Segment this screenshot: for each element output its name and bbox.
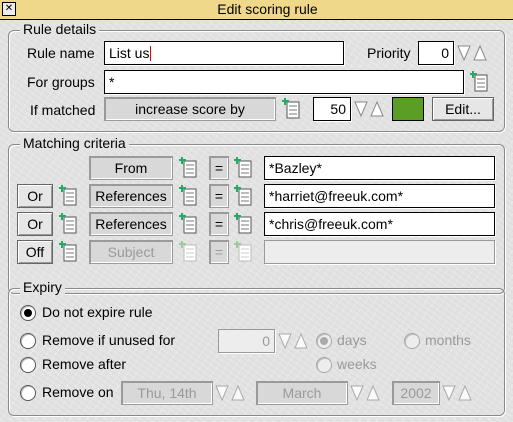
combiner-menu-icon[interactable]: [59, 185, 79, 207]
close-icon[interactable]: ✕: [2, 2, 16, 16]
operator-menu-icon[interactable]: [234, 241, 254, 263]
unused-value-input[interactable]: 0: [218, 329, 275, 353]
criteria-operator-display: =: [209, 156, 229, 180]
score-colour-swatch[interactable]: [392, 97, 424, 121]
for-groups-menu-icon[interactable]: [470, 71, 490, 93]
remove-on-year-display: 2002: [392, 381, 440, 405]
remove-after-radio[interactable]: [20, 357, 36, 373]
rule-details-title: Rule details: [20, 21, 100, 37]
criteria-header-display: Subject: [89, 240, 173, 264]
header-menu-icon[interactable]: [179, 241, 199, 263]
rule-name-label: Rule name: [27, 45, 95, 61]
header-menu-icon[interactable]: [179, 185, 199, 207]
dialog-body: Rule details Rule name List us Priority …: [0, 20, 513, 422]
title-bar[interactable]: ✕ Edit scoring rule: [0, 0, 513, 20]
criteria-value-input[interactable]: *chris@freeuk.com*: [264, 212, 495, 236]
remove-on-month-display: March: [256, 381, 348, 405]
month-arrows-icon[interactable]: [349, 382, 383, 404]
rule-name-input[interactable]: List us: [104, 41, 344, 65]
criteria-header-display: References: [89, 212, 173, 236]
combiner-menu-icon[interactable]: [59, 241, 79, 263]
remove-unused-radio[interactable]: [20, 333, 36, 349]
remove-on-label[interactable]: Remove on: [42, 384, 114, 400]
expiry-title: Expiry: [20, 279, 65, 295]
if-matched-menu-icon[interactable]: [282, 98, 302, 120]
window-title: Edit scoring rule: [217, 1, 318, 17]
operator-menu-icon[interactable]: [234, 157, 254, 179]
criteria-value-input[interactable]: [264, 240, 495, 264]
criteria-operator-display: =: [209, 212, 229, 236]
for-groups-label: For groups: [27, 74, 95, 90]
days-label[interactable]: days: [337, 332, 367, 348]
criteria-value-input[interactable]: *harriet@freeuk.com*: [264, 184, 495, 208]
criteria-header-display: References: [89, 184, 173, 208]
if-matched-action-display: increase score by: [104, 97, 276, 121]
score-arrows-icon[interactable]: [353, 98, 387, 120]
days-radio[interactable]: [316, 333, 332, 349]
criteria-combiner-button[interactable]: Or: [17, 184, 53, 208]
priority-arrows-icon[interactable]: [456, 42, 490, 64]
remove-unused-label[interactable]: Remove if unused for: [42, 332, 175, 348]
operator-menu-icon[interactable]: [234, 213, 254, 235]
year-arrows-icon[interactable]: [441, 382, 475, 404]
no-expire-radio[interactable]: [20, 305, 36, 321]
remove-on-radio[interactable]: [20, 385, 36, 401]
combiner-menu-icon[interactable]: [59, 213, 79, 235]
matching-criteria-title: Matching criteria: [20, 135, 129, 151]
criteria-combiner-button[interactable]: Off: [17, 240, 53, 264]
months-radio[interactable]: [404, 333, 420, 349]
months-label[interactable]: months: [425, 332, 471, 348]
rule-name-value: List us: [109, 45, 150, 61]
criteria-value-input[interactable]: *Bazley*: [264, 156, 495, 180]
weeks-label[interactable]: weeks: [337, 356, 377, 372]
unused-arrows-icon[interactable]: [277, 330, 311, 352]
criteria-operator-display: =: [209, 240, 229, 264]
score-input[interactable]: 50: [313, 97, 351, 121]
weeks-radio[interactable]: [316, 357, 332, 373]
if-matched-label: If matched: [30, 102, 96, 118]
remove-on-day-display: Thu, 14th: [121, 381, 213, 405]
priority-label: Priority: [367, 45, 411, 61]
for-groups-input[interactable]: *: [104, 70, 464, 94]
header-menu-icon[interactable]: [179, 157, 199, 179]
operator-menu-icon[interactable]: [234, 185, 254, 207]
no-expire-label[interactable]: Do not expire rule: [42, 304, 153, 320]
text-caret: [150, 46, 152, 61]
day-arrows-icon[interactable]: [214, 382, 248, 404]
priority-input[interactable]: 0: [418, 41, 454, 65]
criteria-combiner-button[interactable]: Or: [17, 212, 53, 236]
criteria-header-display: From: [89, 156, 173, 180]
edit-button[interactable]: Edit...: [432, 97, 494, 121]
remove-after-label[interactable]: Remove after: [42, 356, 126, 372]
criteria-operator-display: =: [209, 184, 229, 208]
header-menu-icon[interactable]: [179, 213, 199, 235]
